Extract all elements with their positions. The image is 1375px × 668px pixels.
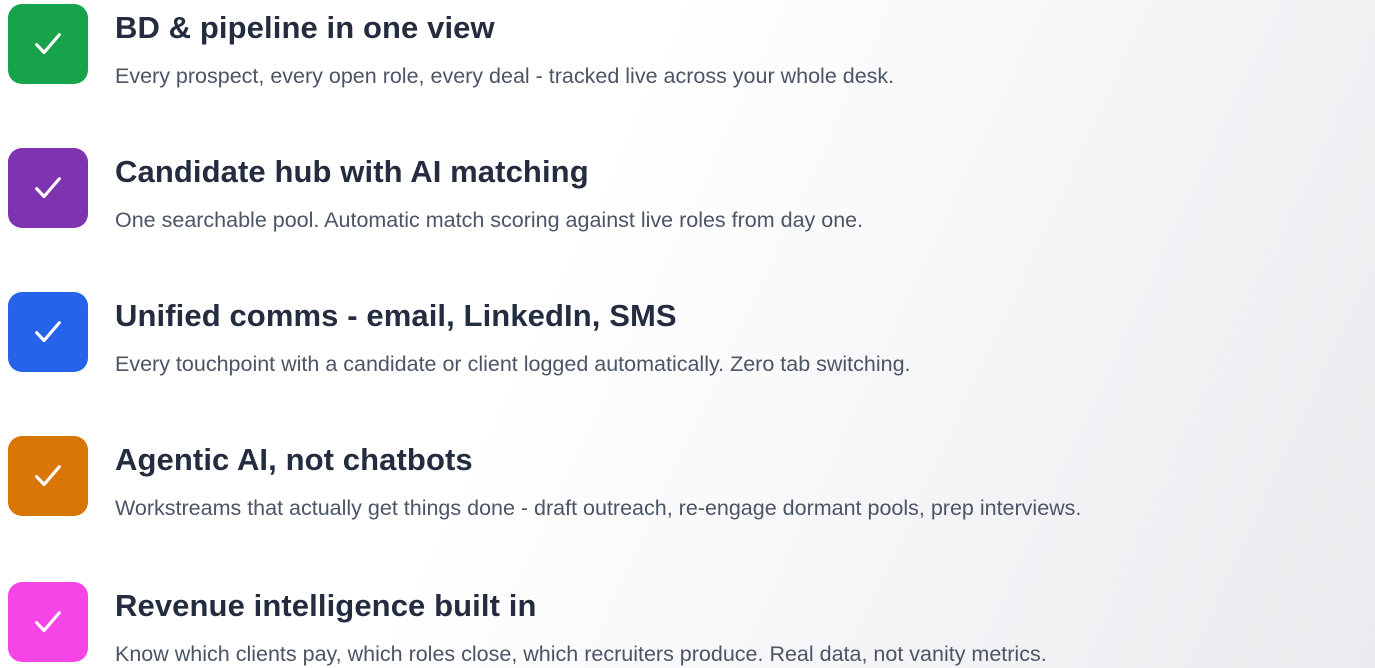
feature-item-unified-comms: Unified comms - email, LinkedIn, SMS Eve…: [8, 292, 1375, 376]
check-badge: [8, 148, 88, 228]
feature-title: Unified comms - email, LinkedIn, SMS: [115, 298, 677, 333]
feature-description: Know which clients pay, which roles clos…: [115, 642, 1047, 666]
check-badge: [8, 582, 88, 662]
check-icon: [35, 33, 61, 55]
feature-item-candidate-hub: Candidate hub with AI matching One searc…: [8, 148, 1375, 232]
check-badge: [8, 292, 88, 372]
feature-title: Candidate hub with AI matching: [115, 154, 589, 189]
check-badge: [8, 4, 88, 84]
feature-description: Every prospect, every open role, every d…: [115, 64, 895, 88]
check-icon: [35, 465, 61, 487]
feature-description: Every touchpoint with a candidate or cli…: [115, 352, 911, 376]
check-badge: [8, 436, 88, 516]
feature-item-revenue-intelligence: Revenue intelligence built in Know which…: [8, 582, 1375, 666]
check-icon: [35, 321, 61, 343]
feature-description: One searchable pool. Automatic match sco…: [115, 208, 864, 232]
feature-description: Workstreams that actually get things don…: [115, 496, 1082, 520]
feature-title: Revenue intelligence built in: [115, 588, 537, 623]
feature-item-bd-pipeline: BD & pipeline in one view Every prospect…: [8, 4, 1375, 88]
feature-item-agentic-ai: Agentic AI, not chatbots Workstreams tha…: [8, 436, 1375, 520]
check-icon: [35, 611, 61, 633]
check-icon: [35, 177, 61, 199]
feature-title: Agentic AI, not chatbots: [115, 442, 473, 477]
feature-title: BD & pipeline in one view: [115, 10, 495, 45]
